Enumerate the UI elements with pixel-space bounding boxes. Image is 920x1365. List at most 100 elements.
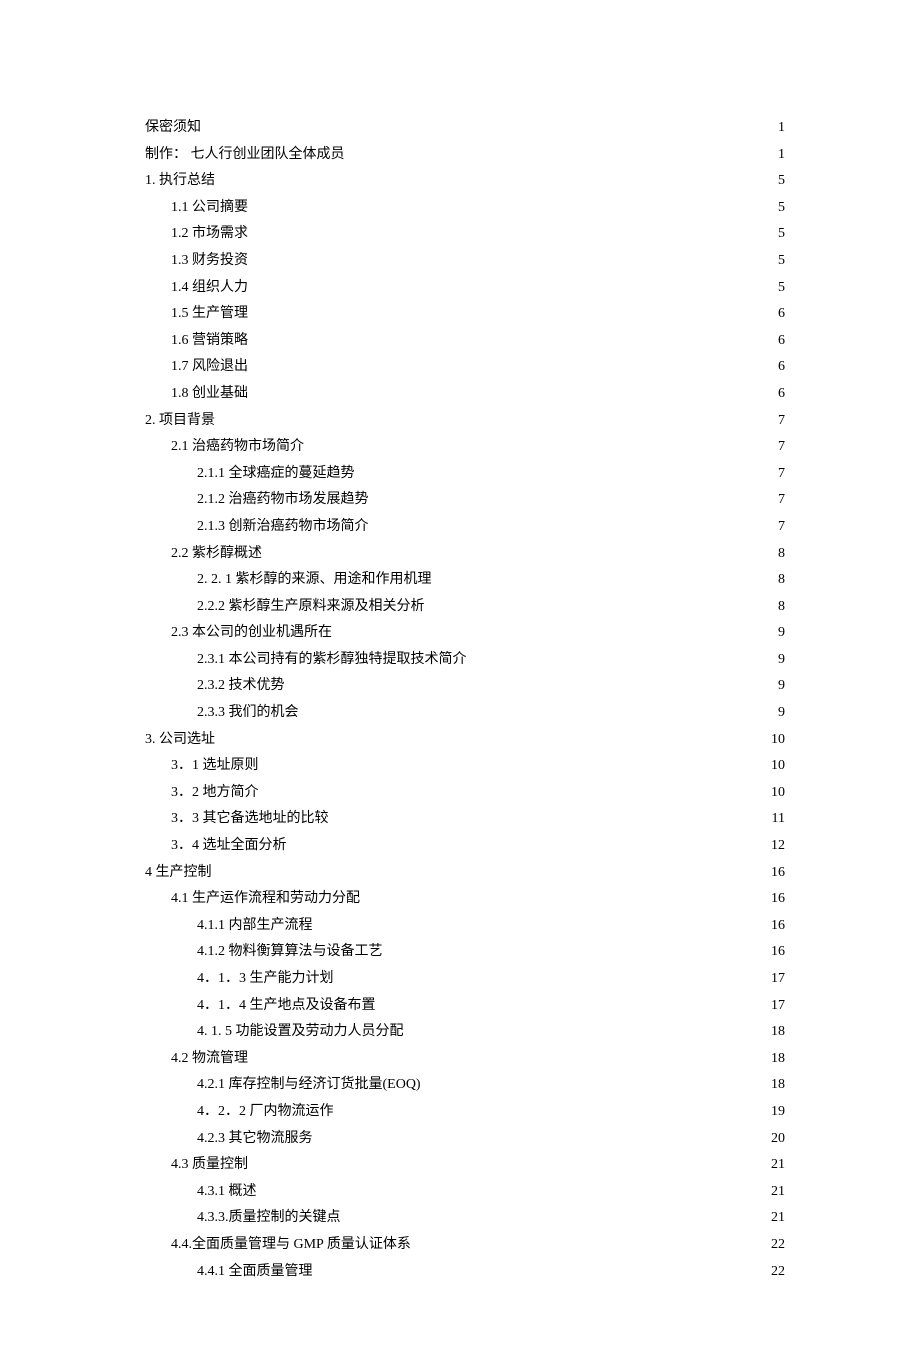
toc-entry[interactable]: 1.6 营销策略 6 <box>145 328 785 355</box>
toc-entry[interactable]: 4.4.1 全面质量管理 22 <box>145 1259 785 1286</box>
toc-leader-dots <box>248 383 776 397</box>
toc-page-number: 5 <box>776 221 785 248</box>
toc-page-number: 11 <box>770 806 785 833</box>
toc-page-number: 9 <box>776 673 785 700</box>
toc-entry[interactable]: 4．1．3 生产能力计划 17 <box>145 966 785 993</box>
toc-entry[interactable]: 制作： 七人行创业团队全体成员1 <box>145 142 785 169</box>
toc-page-number: 16 <box>769 886 785 913</box>
toc-page-number: 18 <box>769 1046 785 1073</box>
toc-label: 4.3 质量控制 <box>171 1152 248 1179</box>
toc-entry[interactable]: 2.2 紫杉醇概述 8 <box>145 541 785 568</box>
toc-entry[interactable]: 2.3.2 技术优势 9 <box>145 673 785 700</box>
toc-entry[interactable]: 4.2 物流管理 18 <box>145 1046 785 1073</box>
toc-entry[interactable]: 4．2．2 厂内物流运作 19 <box>145 1099 785 1126</box>
toc-label: 2.1.2 治癌药物市场发展趋势 <box>197 487 369 514</box>
toc-page-number: 17 <box>769 993 785 1020</box>
toc-leader-dots <box>248 303 776 317</box>
toc-leader-dots <box>425 596 777 610</box>
toc-page-number: 17 <box>769 966 785 993</box>
toc-entry[interactable]: 1.5 生产管理 6 <box>145 301 785 328</box>
toc-entry[interactable]: 4．1．4 生产地点及设备布置 17 <box>145 993 785 1020</box>
toc-page-number: 6 <box>776 354 785 381</box>
toc-entry[interactable]: 4.3.1 概述 21 <box>145 1179 785 1206</box>
toc-label: 4.3.1 概述 <box>197 1179 257 1206</box>
toc-entry[interactable]: 2.1 治癌药物市场简介 7 <box>145 434 785 461</box>
toc-entry[interactable]: 2.1.3 创新治癌药物市场简介 7 <box>145 514 785 541</box>
toc-leader-dots <box>369 489 777 503</box>
toc-entry[interactable]: 4.1.1 内部生产流程 16 <box>145 913 785 940</box>
toc-entry[interactable]: 2.1.1 全球癌症的蔓延趋势 7 <box>145 461 785 488</box>
toc-entry[interactable]: 3．3 其它备选地址的比较 11 <box>145 806 785 833</box>
toc-label: 3．3 其它备选地址的比较 <box>171 806 329 833</box>
toc-entry[interactable]: 2. 项目背景7 <box>145 408 785 435</box>
toc-entry[interactable]: 1.3 财务投资 5 <box>145 248 785 275</box>
toc-label: 1.8 创业基础 <box>171 381 248 408</box>
toc-entry[interactable]: 2.3 本公司的创业机遇所在 9 <box>145 620 785 647</box>
toc-entry[interactable]: 4. 1. 5 功能设置及劳动力人员分配 18 <box>145 1019 785 1046</box>
toc-entry[interactable]: 3．1 选址原则 10 <box>145 753 785 780</box>
toc-label: 4.4.全面质量管理与 GMP 质量认证体系 <box>171 1232 411 1259</box>
toc-entry[interactable]: 2.1.2 治癌药物市场发展趋势 7 <box>145 487 785 514</box>
toc-entry[interactable]: 2. 2. 1 紫杉醇的来源、用途和作用机理 8 <box>145 567 785 594</box>
toc-entry[interactable]: 3．2 地方简介 10 <box>145 780 785 807</box>
toc-entry[interactable]: 1.2 市场需求 5 <box>145 221 785 248</box>
toc-entry[interactable]: 2.3.3 我们的机会 9 <box>145 700 785 727</box>
toc-leader-dots <box>259 755 770 769</box>
toc-page-number: 5 <box>776 168 785 195</box>
toc-leader-dots <box>201 117 776 131</box>
toc-leader-dots <box>421 1074 769 1088</box>
toc-label: 2.3.2 技术优势 <box>197 673 285 700</box>
toc-entry[interactable]: 4.1.2 物料衡算算法与设备工艺 16 <box>145 939 785 966</box>
toc-entry[interactable]: 3. 公司选址10 <box>145 727 785 754</box>
toc-label: 保密须知 <box>145 115 201 142</box>
toc-entry[interactable]: 4.1 生产运作流程和劳动力分配 16 <box>145 886 785 913</box>
toc-entry[interactable]: 1. 执行总结5 <box>145 168 785 195</box>
toc-entry[interactable]: 4.4.全面质量管理与 GMP 质量认证体系22 <box>145 1232 785 1259</box>
toc-page-number: 9 <box>776 620 785 647</box>
toc-entry[interactable]: 4.3 质量控制 21 <box>145 1152 785 1179</box>
toc-page-number: 16 <box>769 939 785 966</box>
toc-leader-dots <box>304 436 776 450</box>
toc-entry[interactable]: 2.2.2 紫杉醇生产原料来源及相关分析 8 <box>145 594 785 621</box>
toc-entry[interactable]: 4 生产控制 16 <box>145 860 785 887</box>
toc-entry[interactable]: 2.3.1 本公司持有的紫杉醇独特提取技术简介 9 <box>145 647 785 674</box>
toc-label: 2.3 本公司的创业机遇所在 <box>171 620 332 647</box>
toc-page-number: 18 <box>769 1072 785 1099</box>
toc-entry[interactable]: 1.4 组织人力 5 <box>145 275 785 302</box>
toc-leader-dots <box>248 1048 769 1062</box>
toc-entry[interactable]: 3．4 选址全面分析 12 <box>145 833 785 860</box>
toc-leader-dots <box>299 702 777 716</box>
toc-leader-dots <box>360 888 769 902</box>
toc-leader-dots <box>215 410 776 424</box>
toc-label: 2.1 治癌药物市场简介 <box>171 434 304 461</box>
toc-entry[interactable]: 1.8 创业基础 6 <box>145 381 785 408</box>
toc-leader-dots <box>248 197 776 211</box>
toc-leader-dots <box>248 223 776 237</box>
toc-label: 2.1.3 创新治癌药物市场简介 <box>197 514 369 541</box>
toc-label: 3．4 选址全面分析 <box>171 833 287 860</box>
toc-page-number: 16 <box>769 860 785 887</box>
toc-page-number: 9 <box>776 647 785 674</box>
toc-entry[interactable]: 4.2.3 其它物流服务 20 <box>145 1126 785 1153</box>
toc-label: 4.4.1 全面质量管理 <box>197 1259 313 1286</box>
toc-page-number: 9 <box>776 700 785 727</box>
toc-label: 1.2 市场需求 <box>171 221 248 248</box>
toc-leader-dots <box>248 1154 769 1168</box>
toc-page-number: 10 <box>769 780 785 807</box>
toc-entry[interactable]: 1.7 风险退出 6 <box>145 354 785 381</box>
toc-page-number: 7 <box>776 408 785 435</box>
toc-entry[interactable]: 4.3.3.质量控制的关键点 21 <box>145 1205 785 1232</box>
toc-leader-dots <box>262 543 776 557</box>
toc-entry[interactable]: 1.1 公司摘要 5 <box>145 195 785 222</box>
toc-leader-dots <box>215 729 769 743</box>
toc-entry[interactable]: 保密须知1 <box>145 115 785 142</box>
toc-leader-dots <box>369 516 777 530</box>
toc-label: 制作： 七人行创业团队全体成员 <box>145 142 345 169</box>
toc-label: 4．2．2 厂内物流运作 <box>197 1099 334 1126</box>
toc-entry[interactable]: 4.2.1 库存控制与经济订货批量(EOQ) 18 <box>145 1072 785 1099</box>
toc-label: 1.5 生产管理 <box>171 301 248 328</box>
toc-leader-dots <box>248 277 776 291</box>
toc-label: 4.2.1 库存控制与经济订货批量(EOQ) <box>197 1072 421 1099</box>
toc-leader-dots <box>259 782 770 796</box>
toc-leader-dots <box>432 569 777 583</box>
